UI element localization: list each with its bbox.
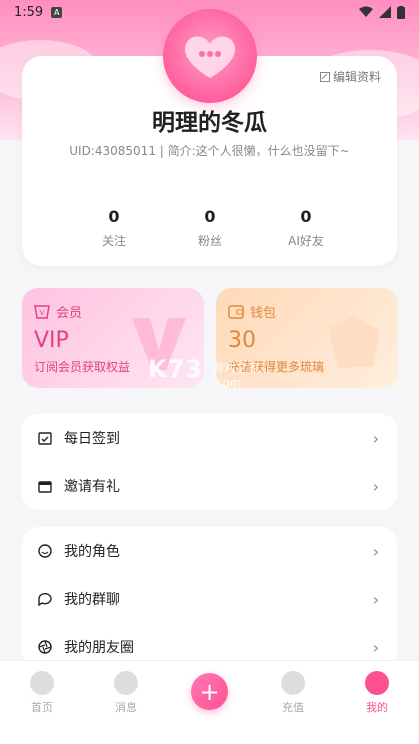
- menu-item-daily-checkin[interactable]: 每日签到 ›: [22, 414, 397, 462]
- home-icon: [30, 671, 54, 695]
- stat-label: 粉丝: [197, 234, 222, 248]
- watermark-domain: .com: [212, 376, 242, 390]
- status-time: 1:59: [14, 4, 44, 20]
- signal-icon: [379, 6, 391, 18]
- wallet-balance: 30: [228, 328, 256, 353]
- vip-title: 会员: [56, 306, 83, 321]
- stat-fans[interactable]: 0 粉丝: [170, 207, 250, 249]
- menu-item-label: 我的群聊: [64, 592, 120, 608]
- vip-subtitle: 订阅会员获取权益: [34, 360, 131, 374]
- chevron-right-icon: ›: [372, 428, 379, 448]
- tab-messages[interactable]: 消息: [96, 671, 156, 715]
- create-plus-button[interactable]: +: [191, 673, 228, 710]
- gift-calendar-icon: [38, 479, 52, 493]
- vip-big-text: VIP: [34, 328, 69, 353]
- user-bio: UID:43085011 | 简介:这个人很懒，什么也没留下~: [69, 144, 350, 158]
- tab-home[interactable]: 首页: [12, 671, 72, 715]
- chat-icon: [38, 592, 52, 606]
- tab-recharge[interactable]: 充值: [263, 671, 323, 715]
- username: 明理的冬瓜: [152, 110, 267, 136]
- menu-item-my-characters[interactable]: 我的角色 ›: [22, 527, 397, 575]
- chevron-right-icon: ›: [372, 541, 379, 561]
- calendar-check-icon: [38, 431, 52, 445]
- stat-value: 0: [300, 207, 312, 226]
- svg-text:V: V: [40, 309, 45, 317]
- menu-item-label: 每日签到: [64, 431, 120, 447]
- vip-shield-icon: V: [34, 304, 50, 319]
- mine-icon: [365, 671, 389, 695]
- watermark-sub: 游戏之家: [212, 361, 261, 375]
- menu-item-label: 我的朋友圈: [64, 640, 134, 656]
- bottom-tab-bar: 首页 消息 + 充值 我的: [0, 660, 419, 744]
- menu-card-primary: 每日签到 › 邀请有礼 ›: [22, 414, 397, 510]
- edit-profile-button[interactable]: 编辑资料: [319, 68, 381, 85]
- notification-a-icon: A: [51, 6, 63, 18]
- watermark-text: 游戏之家 .com: [212, 359, 260, 390]
- chat-bubble-heart-icon: [185, 36, 235, 78]
- stat-ai-friends[interactable]: 0 AI好友: [266, 207, 346, 249]
- watermark-logo: K73: [148, 355, 203, 383]
- crystal-decoration-icon: [328, 316, 380, 368]
- menu-item-label: 邀请有礼: [64, 479, 120, 495]
- edit-profile-label: 编辑资料: [332, 70, 381, 84]
- stat-following[interactable]: 0 关注: [74, 207, 154, 249]
- battery-icon: [397, 5, 405, 19]
- wifi-icon: [359, 6, 373, 17]
- wallet-icon: [228, 304, 244, 319]
- tab-label: 首页: [31, 701, 53, 714]
- stat-label: 关注: [101, 234, 126, 248]
- message-icon: [114, 671, 138, 695]
- smile-icon: [38, 544, 52, 558]
- wallet-title: 钱包: [250, 306, 277, 321]
- avatar[interactable]: [163, 9, 257, 103]
- menu-item-label: 我的角色: [64, 544, 120, 560]
- tab-label: 充值: [282, 701, 304, 714]
- stat-label: AI好友: [288, 234, 324, 248]
- chevron-right-icon: ›: [372, 589, 379, 609]
- tab-label: 我的: [366, 701, 388, 714]
- chevron-right-icon: ›: [372, 637, 379, 657]
- menu-card-secondary: 我的角色 › 我的群聊 › 我的朋友圈 ›: [22, 527, 397, 667]
- edit-icon: [319, 71, 330, 82]
- tab-label: 消息: [115, 701, 137, 714]
- stat-value: 0: [108, 207, 120, 226]
- tab-mine[interactable]: 我的: [347, 671, 407, 715]
- menu-item-my-groups[interactable]: 我的群聊 ›: [22, 575, 397, 623]
- recharge-icon: [281, 671, 305, 695]
- aperture-icon: [38, 640, 52, 654]
- chevron-right-icon: ›: [372, 476, 379, 496]
- menu-item-invite[interactable]: 邀请有礼 ›: [22, 462, 397, 510]
- stat-value: 0: [204, 207, 216, 226]
